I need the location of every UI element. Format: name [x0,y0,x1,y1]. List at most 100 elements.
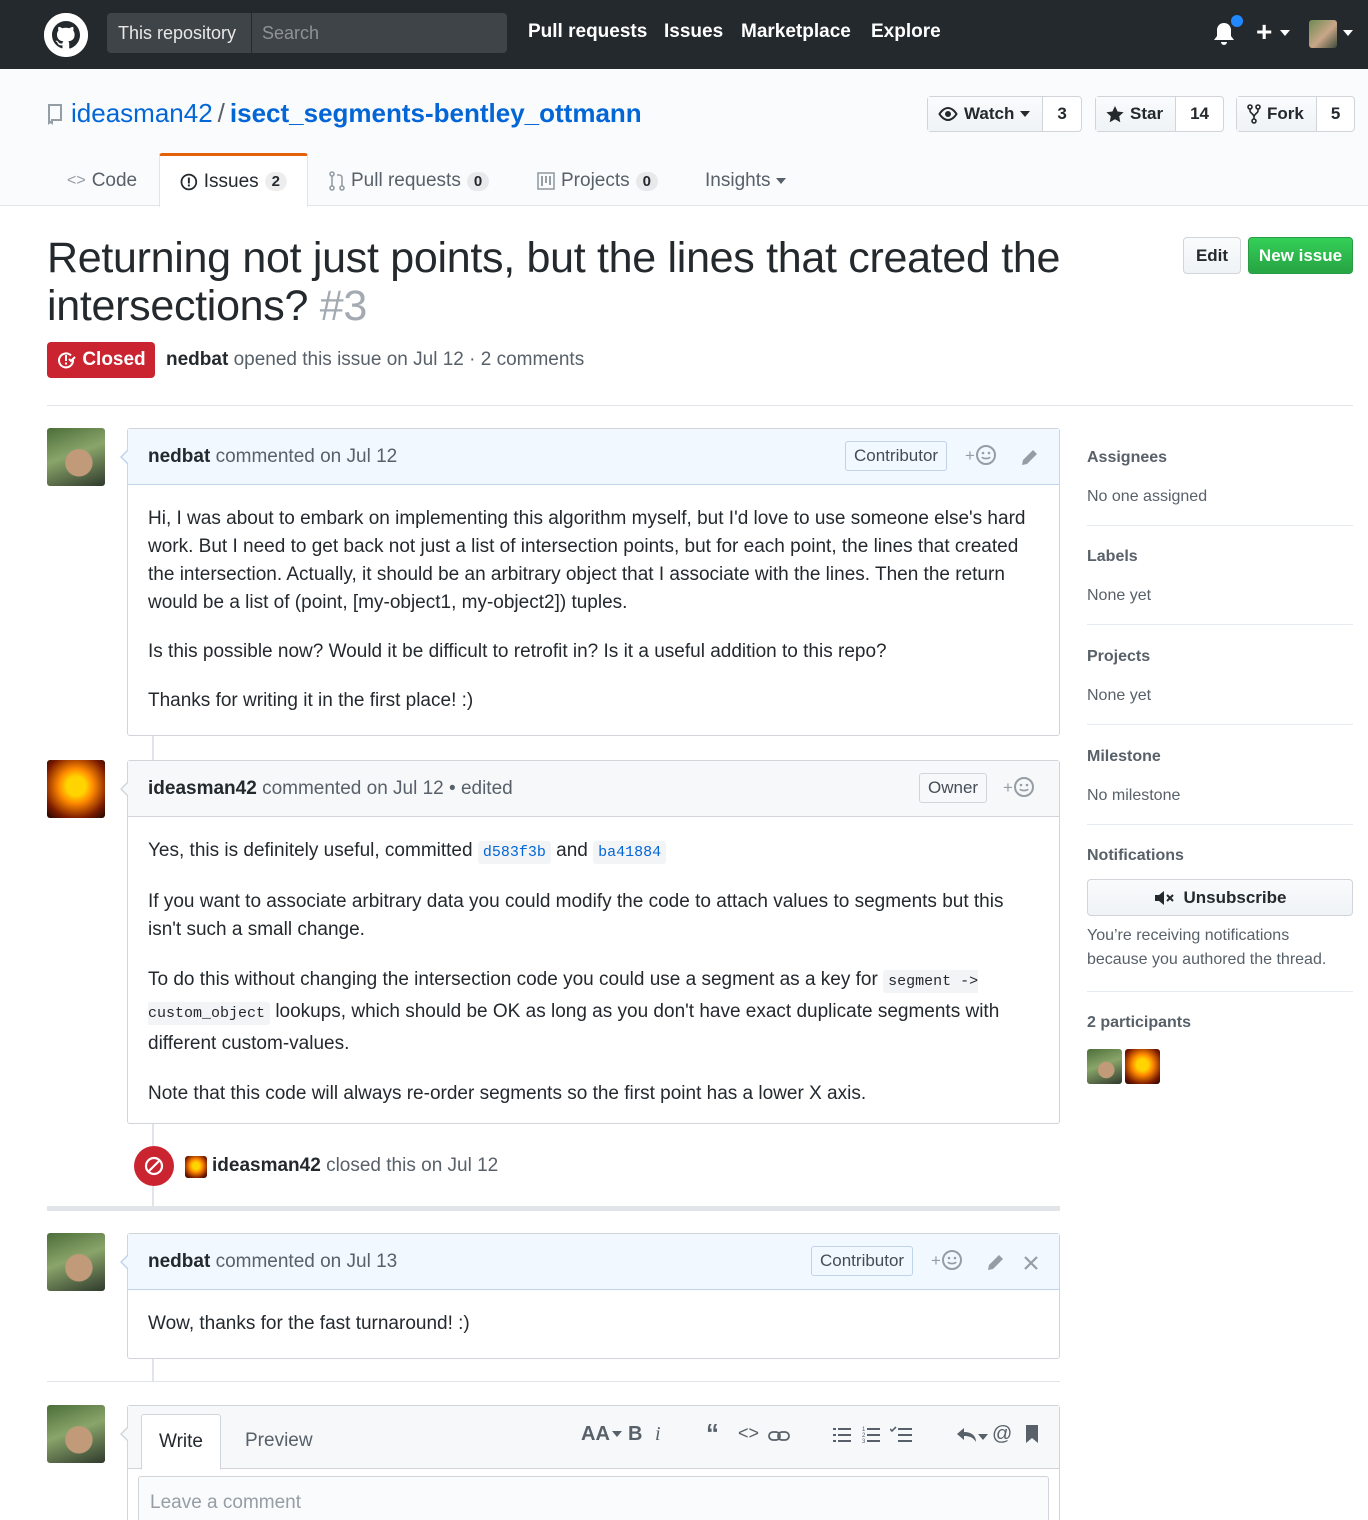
avatar[interactable] [185,1156,207,1178]
comment-paragraph: To do this without changing the intersec… [148,965,1039,1059]
task-list-icon[interactable] [890,1426,912,1444]
github-logo-icon[interactable] [44,13,88,57]
fork-button[interactable]: Fork [1237,97,1317,131]
avatar[interactable] [47,760,105,818]
avatar[interactable] [47,1233,105,1291]
sidebar-value: No milestone [1087,787,1181,804]
comment-author-link[interactable]: nedbat [148,1251,210,1272]
comment-timestamp[interactable]: commented on Jul 12 • edited [262,778,513,799]
unread-indicator-icon [1229,13,1245,29]
issue-opened-icon [180,173,198,190]
sidebar-heading[interactable]: Labels [1087,548,1353,566]
sidebar-assignees: Assignees No one assigned [1087,449,1353,506]
sidebar-labels: Labels None yet [1087,548,1353,605]
tab-projects-label: Projects [561,170,630,191]
mention-icon[interactable]: @ [992,1423,1012,1446]
comment-timestamp[interactable]: commented on Jul 12 [216,446,398,467]
user-avatar-menu[interactable] [1309,20,1337,48]
tab-pull-requests-counter: 0 [466,171,490,191]
author-association-badge: Owner [919,773,988,803]
new-issue-button[interactable]: New issue [1248,237,1353,274]
comment-paragraph: Note that this code will always re-order… [148,1083,867,1104]
watch-label: Watch [964,104,1015,123]
comment-header: nedbat commented on Jul 13 Contributor + [120,1234,1059,1290]
unsubscribe-button[interactable]: Unsubscribe [1087,879,1353,916]
participant-avatar[interactable] [1087,1049,1122,1084]
bold-icon[interactable]: B [628,1423,642,1446]
link-icon[interactable] [768,1428,790,1444]
star-count[interactable]: 14 [1176,97,1223,131]
fork-count[interactable]: 5 [1317,97,1354,131]
circle-slash-icon [144,1156,164,1176]
quote-icon[interactable]: “ [706,1418,719,1449]
repo-name-link[interactable]: isect_segments-bentley_ottmann [230,98,642,128]
tab-issues-label: Issues [203,170,259,192]
author-association-badge: Contributor [811,1246,914,1276]
issue-state-label: Closed [82,349,146,370]
tab-projects-counter: 0 [635,171,658,191]
repo-icon [48,104,62,125]
text-size-icon[interactable]: AA [581,1423,622,1446]
preview-tab[interactable]: Preview [228,1414,330,1470]
sidebar-notifications: Notifications [1087,847,1353,865]
star-button-group: Star 14 [1095,96,1224,132]
tab-insights[interactable]: Insights [705,155,787,207]
tab-pull-requests[interactable]: Pull requests 0 [329,155,490,207]
code-icon[interactable]: <> [738,1423,759,1444]
bookmark-icon[interactable] [1025,1424,1039,1444]
sidebar-heading[interactable]: Projects [1087,648,1353,666]
nav-explore[interactable]: Explore [871,21,941,43]
event-actor-link[interactable]: ideasman42 [212,1155,321,1176]
add-reaction-icon[interactable]: + [1003,776,1035,798]
nav-marketplace[interactable]: Marketplace [741,21,851,43]
comment-body: Wow, thanks for the fast turnaround! :) [128,1290,1059,1358]
pencil-icon[interactable] [985,1253,1005,1273]
comment: ideasman42 commented on Jul 12 • edited … [120,760,1060,1124]
comment-paragraph: Is this possible now? Would it be diffic… [148,641,887,662]
repo-owner-link[interactable]: ideasman42 [71,98,213,128]
issue-state-badge: Closed [47,342,155,378]
add-reaction-icon[interactable]: + [965,444,997,466]
issue-meta-text: opened this issue on Jul 12 · 2 comments [233,349,585,370]
close-icon[interactable] [1023,1255,1039,1271]
write-tab[interactable]: Write [141,1414,221,1470]
avatar [47,1405,105,1463]
sidebar-heading[interactable]: Milestone [1087,748,1353,766]
tab-code[interactable]: <> Code [67,155,137,207]
avatar[interactable] [47,428,105,486]
comment-timestamp[interactable]: commented on Jul 13 [216,1251,398,1272]
unordered-list-icon[interactable] [833,1426,851,1444]
create-new-plus-icon[interactable]: + [1256,16,1272,48]
comment-author-link[interactable]: nedbat [148,446,210,467]
watch-button[interactable]: Watch [928,97,1044,131]
tab-projects[interactable]: Projects 0 [537,155,658,207]
divider [1087,724,1353,725]
reply-icon[interactable] [956,1426,978,1444]
search-input[interactable]: Search [262,13,319,53]
comment-author-link[interactable]: ideasman42 [148,778,257,799]
comment-textarea[interactable]: Leave a comment [138,1476,1049,1520]
divider [47,405,1353,406]
nav-pull-requests[interactable]: Pull requests [528,21,647,43]
commit-sha-link[interactable]: d583f3b [477,841,551,864]
edit-title-button[interactable]: Edit [1183,237,1241,274]
watch-count[interactable]: 3 [1043,97,1080,131]
code-icon: <> [67,172,86,189]
add-reaction-icon[interactable]: + [931,1249,963,1271]
participant-avatar[interactable] [1125,1049,1160,1084]
comment-paragraph: Hi, I was about to embark on implementin… [148,508,1026,613]
timeline-connector [152,736,154,760]
tab-issues[interactable]: Issues 2 [159,153,308,207]
comment: nedbat commented on Jul 13 Contributor +… [120,1233,1060,1359]
ordered-list-icon[interactable]: 123 [862,1426,880,1444]
comment-meta: ideasman42 commented on Jul 12 • edited [148,778,513,800]
star-button[interactable]: Star [1096,97,1177,131]
issue-author-link[interactable]: nedbat [166,349,228,370]
unsubscribe-label: Unsubscribe [1183,887,1287,907]
sidebar-heading[interactable]: Assignees [1087,449,1353,467]
nav-issues[interactable]: Issues [664,21,723,43]
fork-label: Fork [1267,104,1304,123]
commit-sha-link[interactable]: ba41884 [593,841,667,864]
pencil-icon[interactable] [1019,448,1039,468]
italic-icon[interactable]: i [655,1423,661,1446]
